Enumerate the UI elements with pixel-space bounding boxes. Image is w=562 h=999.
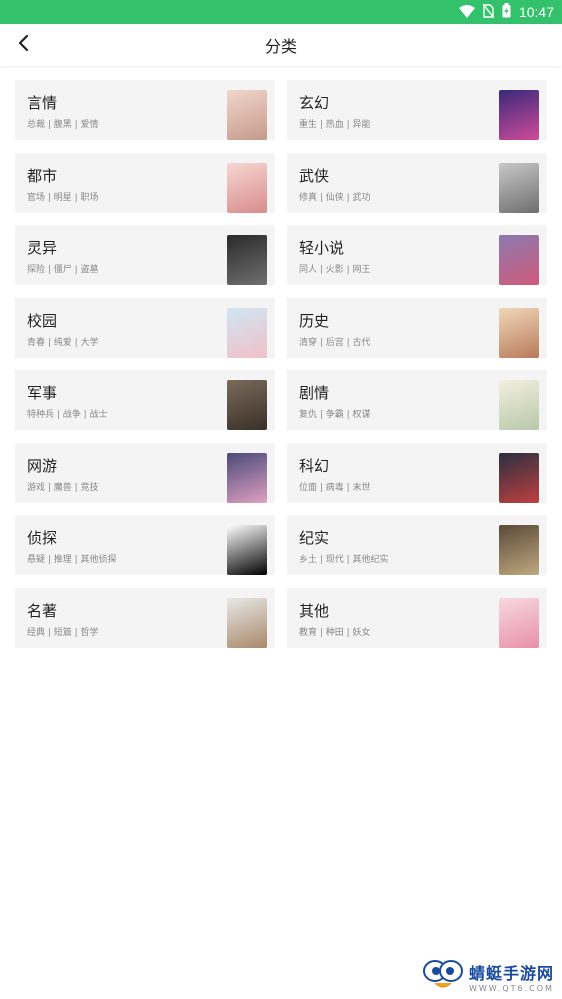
- category-card[interactable]: 其他教育 | 种田 | 妖女: [287, 587, 547, 648]
- category-name: 武侠: [299, 166, 330, 185]
- category-tags: 清穿 | 后宫 | 古代: [299, 337, 371, 348]
- category-name: 科幻: [299, 456, 330, 475]
- category-name: 校园: [27, 311, 58, 330]
- watermark: 蜻蜓手游网 WWW.QT6.COM: [421, 957, 554, 995]
- watermark-title: 蜻蜓手游网: [468, 963, 554, 983]
- category-tags: 教育 | 种田 | 妖女: [299, 627, 371, 638]
- watermark-url: WWW.QT6.COM: [468, 983, 554, 993]
- category-cover-image: [499, 597, 539, 648]
- category-name: 名著: [27, 601, 58, 620]
- category-tags: 复仇 | 争霸 | 权谋: [299, 410, 371, 420]
- category-card[interactable]: 历史清穿 | 后宫 | 古代: [287, 297, 547, 358]
- wifi-icon: [458, 3, 475, 22]
- category-cover-image: [499, 162, 539, 213]
- category-name: 剧情: [299, 384, 330, 402]
- dragonfly-logo-icon: [421, 957, 465, 995]
- category-name: 都市: [27, 166, 58, 185]
- category-cover-image: [227, 380, 267, 430]
- back-button[interactable]: [8, 30, 38, 60]
- battery-icon: [502, 2, 511, 22]
- category-tags: 重生 | 热血 | 异能: [299, 120, 371, 130]
- category-cover-image: [499, 90, 539, 140]
- category-card[interactable]: 纪实乡土 | 现代 | 其他纪实: [287, 515, 547, 575]
- category-card[interactable]: 灵异探险 | 僵尸 | 盗墓: [15, 225, 275, 285]
- category-cover-image: [499, 380, 539, 430]
- category-cover-image: [499, 235, 539, 285]
- category-tags: 特种兵 | 战争 | 战士: [27, 410, 108, 420]
- category-card[interactable]: 侦探悬疑 | 推理 | 其他侦探: [15, 515, 275, 575]
- category-name: 军事: [27, 384, 58, 402]
- category-name: 纪实: [299, 529, 330, 547]
- category-cover-image: [499, 525, 539, 575]
- category-card[interactable]: 轻小说同人 | 火影 | 网王: [287, 225, 547, 285]
- category-cover-image: [227, 452, 267, 503]
- category-card[interactable]: 言情总裁 | 腹黑 | 爱情: [15, 80, 275, 140]
- category-card[interactable]: 校园青春 | 纯爱 | 大学: [15, 297, 275, 358]
- category-tags: 位面 | 病毒 | 末世: [299, 482, 371, 493]
- category-card[interactable]: 军事特种兵 | 战争 | 战士: [15, 370, 275, 430]
- category-card[interactable]: 科幻位面 | 病毒 | 末世: [287, 442, 547, 503]
- category-name: 侦探: [27, 529, 58, 547]
- category-tags: 游戏 | 魔兽 | 竞技: [27, 482, 99, 493]
- category-name: 灵异: [27, 239, 58, 257]
- category-cover-image: [227, 525, 267, 575]
- category-tags: 乡土 | 现代 | 其他纪实: [299, 555, 389, 565]
- status-time: 10:47: [518, 4, 554, 20]
- category-card[interactable]: 剧情复仇 | 争霸 | 权谋: [287, 370, 547, 430]
- category-tags: 探险 | 僵尸 | 盗墓: [27, 265, 99, 275]
- chevron-left-icon: [17, 34, 29, 56]
- category-tags: 同人 | 火影 | 网王: [299, 265, 371, 275]
- category-cover-image: [227, 90, 267, 140]
- page-title: 分类: [264, 37, 297, 56]
- category-name: 玄幻: [299, 94, 330, 112]
- category-cover-image: [227, 235, 267, 285]
- no-sim-icon: [482, 3, 495, 22]
- category-card[interactable]: 武侠修真 | 仙侠 | 武功: [287, 152, 547, 213]
- category-name: 轻小说: [299, 239, 345, 257]
- category-cover-image: [227, 162, 267, 213]
- category-name: 言情: [27, 94, 58, 112]
- category-cover-image: [227, 597, 267, 648]
- category-card[interactable]: 都市官场 | 明星 | 职场: [15, 152, 275, 213]
- category-name: 其他: [299, 601, 330, 620]
- category-card[interactable]: 玄幻重生 | 热血 | 异能: [287, 80, 547, 140]
- category-tags: 青春 | 纯爱 | 大学: [27, 337, 99, 348]
- category-name: 网游: [27, 456, 58, 475]
- category-card[interactable]: 名著经典 | 短篇 | 哲学: [15, 587, 275, 648]
- category-tags: 悬疑 | 推理 | 其他侦探: [27, 555, 117, 565]
- status-bar: 10:47: [0, 0, 562, 24]
- category-tags: 总裁 | 腹黑 | 爱情: [27, 120, 99, 130]
- category-cover-image: [499, 452, 539, 503]
- category-cover-image: [499, 307, 539, 358]
- category-cover-image: [227, 307, 267, 358]
- category-tags: 修真 | 仙侠 | 武功: [299, 192, 371, 203]
- category-card[interactable]: 网游游戏 | 魔兽 | 竞技: [15, 442, 275, 503]
- category-tags: 官场 | 明星 | 职场: [27, 192, 99, 203]
- top-app-bar: 分类: [0, 24, 562, 66]
- category-tags: 经典 | 短篇 | 哲学: [27, 627, 99, 638]
- category-name: 历史: [299, 311, 330, 330]
